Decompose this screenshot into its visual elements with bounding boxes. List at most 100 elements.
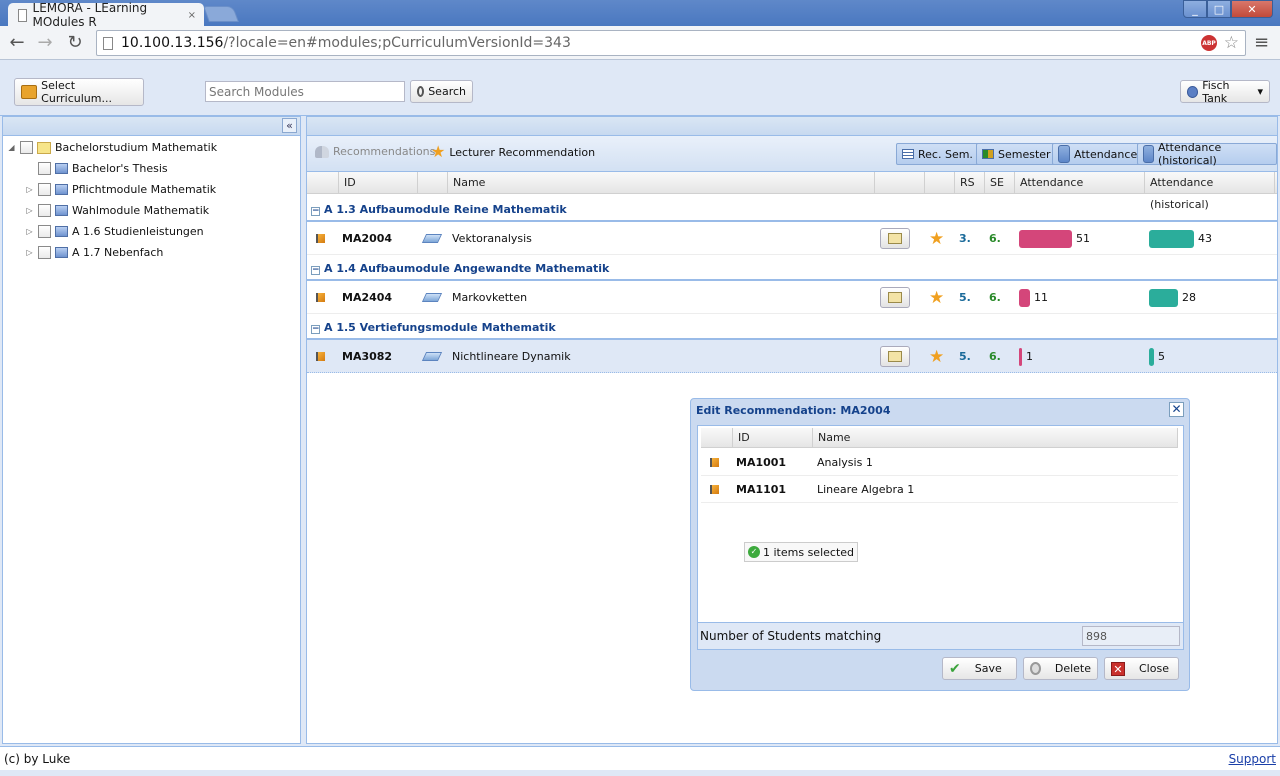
window-minimize-button[interactable]: _ [1183, 0, 1207, 18]
col-se[interactable]: SE [985, 172, 1015, 194]
back-arrow-icon[interactable]: ← [6, 32, 28, 54]
bar-chart-icon [1058, 145, 1070, 163]
star-icon[interactable]: ☆ [1224, 33, 1239, 53]
people-icon [315, 145, 329, 158]
delete-button[interactable]: Delete [1023, 657, 1098, 680]
tree-item-wahlmodule[interactable]: ▷ Wahlmodule Mathematik [25, 200, 209, 221]
module-name: Analysis 1 [817, 456, 873, 469]
group-header[interactable]: − A 1.3 Aufbaumodule Reine Mathematik [307, 196, 1277, 222]
tree-checkbox[interactable] [38, 204, 51, 217]
tree-expand-icon[interactable]: ▷ [25, 227, 34, 236]
menu-icon[interactable]: ≡ [1254, 34, 1269, 52]
attendance-historical-value: 43 [1198, 232, 1212, 245]
col-id[interactable]: ID [733, 428, 813, 448]
window-close-button[interactable]: ✕ [1231, 0, 1273, 18]
col-name[interactable]: Name [813, 428, 1178, 448]
tree-checkbox[interactable] [38, 162, 51, 175]
address-bar[interactable]: 10.100.13.156/?locale=en#modules;pCurric… [96, 30, 1246, 56]
search-icon [417, 86, 425, 97]
close-button[interactable]: ✕ Close [1104, 657, 1179, 680]
tree-expand-icon[interactable]: ▷ [25, 185, 34, 194]
tree-item-bachelors-thesis[interactable]: Bachelor's Thesis [25, 158, 168, 179]
new-tab-button[interactable] [203, 6, 239, 22]
toggle-rec-sem[interactable]: Rec. Sem. [896, 143, 979, 165]
col-id[interactable]: ID [339, 172, 418, 194]
group-header[interactable]: − A 1.4 Aufbaumodule Angewandte Mathemati… [307, 255, 1277, 281]
list-item[interactable]: MA1001 Analysis 1 [701, 449, 1178, 476]
attendance-historical-cell: 5 [1149, 340, 1165, 373]
attendance-cell: 51 [1019, 222, 1090, 255]
col-attendance[interactable]: Attendance [1015, 172, 1145, 194]
tree-expand-icon[interactable]: ▷ [25, 248, 34, 257]
tree-item-pflichtmodule[interactable]: ▷ Pflichtmodule Mathematik [25, 179, 216, 200]
col-edit [875, 172, 925, 194]
flag-icon [316, 234, 325, 243]
col-star [925, 172, 955, 194]
col-flag [307, 172, 339, 194]
forward-arrow-icon[interactable]: → [34, 32, 56, 54]
col-name[interactable]: Name [448, 172, 875, 194]
tree-item-bachelorstudium[interactable]: ◢ Bachelorstudium Mathematik [7, 137, 217, 158]
toggle-semester[interactable]: Semester [976, 143, 1057, 165]
tree-item-studienleistungen[interactable]: ▷ A 1.6 Studienleistungen [25, 221, 204, 242]
toggle-attendance[interactable]: Attendance [1052, 143, 1144, 165]
module-name: Lineare Algebra 1 [817, 483, 915, 496]
select-curriculum-button[interactable]: Select Curriculum... [14, 78, 144, 106]
browser-tab[interactable]: LEMORA - LEarning MOdules R × [8, 1, 204, 29]
module-id: MA1001 [736, 456, 787, 469]
tab-title: LEMORA - LEarning MOdules R [32, 1, 148, 29]
group-header[interactable]: − A 1.5 Vertiefungsmodule Mathematik [307, 314, 1277, 340]
collapse-group-icon[interactable]: − [311, 325, 320, 334]
tree-checkbox[interactable] [38, 183, 51, 196]
support-link[interactable]: Support [1229, 752, 1276, 766]
star-icon[interactable]: ★ [929, 281, 944, 314]
toggle-label: Rec. Sem. [918, 147, 973, 161]
adblock-icon[interactable]: ABP [1201, 35, 1217, 51]
selection-status: ✓ 1 items selected [744, 542, 859, 562]
tree-expand-icon[interactable]: ▷ [25, 206, 34, 215]
page-icon [103, 36, 113, 50]
close-icon[interactable]: ✕ [1169, 402, 1184, 417]
tree-checkbox[interactable] [20, 141, 33, 154]
rec-semester: 5. [959, 350, 971, 363]
col-attendance-historical[interactable]: Attendance (historical) [1145, 172, 1275, 211]
toggle-attendance-historical[interactable]: Attendance (historical) [1137, 141, 1277, 167]
tree-item-label: A 1.7 Nebenfach [72, 246, 164, 259]
window-maximize-button[interactable]: □ [1207, 0, 1231, 18]
table-row-selected[interactable]: MA3082 Nichtlineare Dynamik ★ 5. 6. 1 5 [307, 340, 1277, 373]
recommendations-button[interactable]: Recommendations [315, 145, 435, 158]
table-row[interactable]: MA2404 Markovketten ★ 5. 6. 11 28 [307, 281, 1277, 314]
star-icon[interactable]: ★ [929, 222, 944, 255]
tree-checkbox[interactable] [38, 246, 51, 259]
tab-close-icon[interactable]: × [188, 10, 196, 21]
tree-item-nebenfach[interactable]: ▷ A 1.7 Nebenfach [25, 242, 163, 263]
grid-panel-header [307, 117, 1277, 136]
students-matching-field [1082, 626, 1180, 646]
col-rs[interactable]: RS [955, 172, 985, 194]
rec-semester: 5. [959, 291, 971, 304]
list-icon [902, 149, 914, 159]
search-button[interactable]: Search [410, 80, 473, 103]
prerequisite-grid: ID Name MA1001 Analysis 1 MA1101 Lineare… [697, 425, 1184, 623]
list-item[interactable]: MA1101 Lineare Algebra 1 [701, 476, 1178, 503]
collapse-group-icon[interactable]: − [311, 266, 320, 275]
collapse-group-icon[interactable]: − [311, 207, 320, 216]
collapse-panel-button[interactable]: « [282, 118, 297, 133]
tree-expand-icon[interactable]: ◢ [7, 143, 16, 152]
tree-checkbox[interactable] [38, 225, 51, 238]
attendance-cell: 11 [1019, 281, 1048, 314]
edit-recommendation-button[interactable] [880, 346, 910, 367]
attendance-value: 11 [1034, 291, 1048, 304]
search-input[interactable] [205, 81, 405, 102]
table-row[interactable]: MA2004 Vektoranalysis ★ 3. 6. 51 43 [307, 222, 1277, 255]
edit-recommendation-button[interactable] [880, 228, 910, 249]
save-button[interactable]: ✔ Save [942, 657, 1017, 680]
bar-chart-icon [1143, 145, 1154, 163]
star-icon[interactable]: ★ [929, 340, 944, 373]
reload-icon[interactable]: ↻ [64, 32, 86, 54]
lecturer-recommendation-button[interactable]: ★ Lecturer Recommendation [431, 144, 595, 160]
user-menu-button[interactable]: Fisch Tank ▾ [1180, 79, 1270, 105]
group-title: A 1.5 Vertiefungsmodule Mathematik [324, 321, 556, 334]
edit-recommendation-button[interactable] [880, 287, 910, 308]
attendance-historical-value: 5 [1158, 350, 1165, 363]
